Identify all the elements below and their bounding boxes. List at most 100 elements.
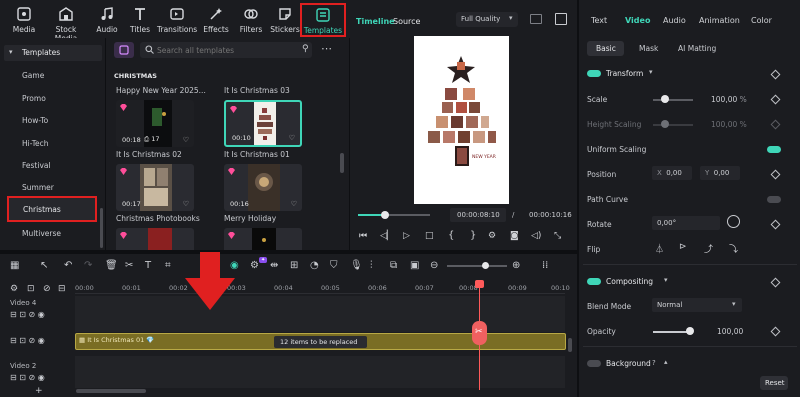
mark-out-icon[interactable]: } (470, 230, 476, 241)
scale-slider[interactable] (653, 99, 693, 101)
track-video-4[interactable] (75, 296, 565, 332)
rotate-dial-icon[interactable] (727, 215, 740, 228)
nav-item-summer[interactable]: Summer (22, 183, 54, 192)
track-controls[interactable]: ⊟ ⊡ ⊘ ◉ (10, 373, 45, 382)
caret-down-icon[interactable]: ▾ (664, 276, 668, 284)
background-toggle[interactable] (587, 360, 601, 367)
template-thumb-christmas-01[interactable]: 00:10 ♡ (224, 100, 302, 147)
rotate-input[interactable]: 0,00° (652, 216, 720, 230)
uniform-scaling-toggle[interactable] (767, 146, 781, 153)
marker-icon[interactable]: ⊟ (58, 284, 66, 294)
mark-in-icon[interactable]: { (448, 230, 454, 241)
shield-icon[interactable]: ⛉ (330, 260, 342, 272)
favorite-icon[interactable]: ♡ (183, 200, 189, 208)
nav-item-promo[interactable]: Promo (22, 94, 46, 103)
split-icon[interactable]: ⇹ (270, 260, 282, 272)
playhead-marker[interactable]: ✂ (472, 321, 487, 345)
flip-horizontal-icon[interactable]: ⏃ (655, 242, 664, 255)
subtab-ai-matting[interactable]: AI Matting (678, 44, 716, 53)
nav-item-hi-tech[interactable]: Hi-Tech (22, 139, 49, 148)
keyframe-diamond-icon[interactable] (770, 69, 781, 80)
multicam-icon[interactable]: ▣ (410, 260, 422, 272)
current-time-field[interactable]: 00:00:08:10 (450, 208, 506, 222)
tab-video[interactable]: Video (625, 16, 650, 25)
nav-item-how-to[interactable]: How-To (22, 116, 48, 125)
nav-item-festival[interactable]: Festival (22, 161, 51, 170)
template-clip[interactable]: ▦ It Is Christmas 01 💎 12 items to be re… (75, 333, 566, 350)
keyframe-diamond-icon[interactable] (770, 219, 781, 230)
position-x-input[interactable]: X 0,00 (652, 166, 692, 180)
add-track-icon[interactable]: ⚙ (10, 284, 18, 294)
play-icon[interactable]: ▷ (403, 231, 410, 241)
search-box[interactable] (140, 42, 312, 58)
more-options-icon[interactable]: ⋯ (321, 42, 332, 55)
template-thumb-christmas-03[interactable]: 00:16 ♡ (224, 164, 302, 211)
caret-down-icon[interactable]: ▾ (649, 68, 653, 76)
tab-timeline[interactable]: Timeline (356, 17, 395, 26)
zoom-out-icon[interactable]: ⊖ (430, 260, 442, 272)
layout-grid-icon[interactable]: ▦ (10, 260, 22, 272)
mic-icon[interactable]: 🎙 (350, 260, 363, 272)
snap-icon[interactable]: ⊘ (43, 284, 51, 294)
text-tool-icon[interactable]: T (145, 260, 157, 272)
stop-icon[interactable]: □ (425, 231, 434, 241)
prev-frame-icon[interactable]: ⏮ (359, 231, 367, 241)
cut-icon[interactable]: ✂ (125, 260, 137, 272)
toolbar-transitions[interactable]: Transitions (157, 4, 197, 36)
select-tool-icon[interactable]: ↖ (40, 260, 52, 272)
track-lock-icon[interactable]: ⊟ ⊡ ⊘ ◉ (10, 310, 45, 319)
toolbar-effects[interactable]: Effects (197, 4, 235, 36)
caret-up-icon[interactable]: ▴ (664, 358, 668, 366)
time-ruler[interactable]: 00:00 00:01 00:02 00:03 00:04 00:05 00:0… (75, 278, 570, 294)
scrubber-handle[interactable] (381, 211, 390, 219)
filter-icon[interactable]: ⚲ (302, 44, 309, 54)
grid-scrollbar[interactable] (340, 153, 344, 173)
template-thumb-photobooks[interactable] (116, 228, 194, 250)
toolbar-filters[interactable]: Filters (232, 4, 270, 36)
link-icon[interactable]: ⊡ (27, 284, 35, 294)
timeline-v-scrollbar[interactable] (568, 338, 572, 352)
help-icon[interactable]: ? (652, 359, 656, 367)
nav-item-multiverse[interactable]: Multiverse (22, 229, 61, 238)
templates-header[interactable]: ▾ Templates (4, 45, 102, 61)
crop-icon[interactable]: ⌗ (165, 260, 177, 272)
track-video-2[interactable] (75, 356, 565, 388)
playhead-handle[interactable] (475, 280, 484, 288)
zoom-in-icon[interactable]: ⊕ (512, 260, 524, 272)
tab-color[interactable]: Color (751, 16, 772, 25)
position-y-input[interactable]: Y 0,00 (700, 166, 740, 180)
search-input[interactable] (157, 44, 307, 56)
fullscreen-icon[interactable]: ⤡ (554, 231, 561, 241)
keyframe-diamond-icon[interactable] (770, 326, 781, 337)
toolbar-stickers[interactable]: Stickers (266, 4, 304, 36)
tab-source[interactable]: Source (393, 17, 420, 26)
stabilize-icon[interactable]: ⊞ (290, 260, 302, 272)
nav-scrollbar[interactable] (100, 208, 103, 248)
flip-vertical-icon[interactable]: ⊳ (679, 242, 687, 252)
blend-mode-select[interactable]: Normal ▾ (652, 298, 742, 312)
undo-icon[interactable]: ↶ (64, 260, 76, 272)
toolbar-media[interactable]: Media (5, 4, 43, 36)
scale-slider-handle[interactable] (661, 95, 669, 103)
timeline-h-scrollbar[interactable] (76, 389, 146, 393)
keyframe-diamond-icon[interactable] (770, 94, 781, 105)
toolbar-templates[interactable]: Templates (300, 3, 346, 37)
opacity-value[interactable]: 100,00 (717, 327, 743, 336)
tab-animation[interactable]: Animation (699, 16, 740, 25)
compositing-toggle[interactable] (587, 278, 601, 285)
add-track-plus-icon[interactable]: + (35, 386, 43, 396)
replace-items-badge[interactable]: 12 items to be replaced (274, 336, 367, 348)
snapshot-image-icon[interactable] (555, 13, 567, 25)
tab-audio[interactable]: Audio (663, 16, 686, 25)
preview-scrubber[interactable] (358, 214, 430, 216)
step-back-icon[interactable]: ◁▏ (380, 231, 394, 241)
delete-icon[interactable]: 🗑 (105, 260, 118, 272)
audio-mixer-icon[interactable]: ⫶ (370, 260, 382, 272)
subtab-mask[interactable]: Mask (639, 44, 658, 53)
favorite-icon[interactable]: ♡ (291, 200, 297, 208)
quality-select[interactable]: Full Quality ▾ (456, 12, 518, 27)
zoom-slider-handle[interactable] (482, 262, 489, 269)
zoom-slider[interactable] (447, 265, 507, 267)
template-thumb-merry-holiday[interactable] (224, 228, 302, 250)
volume-icon[interactable]: ◁) (531, 231, 541, 241)
